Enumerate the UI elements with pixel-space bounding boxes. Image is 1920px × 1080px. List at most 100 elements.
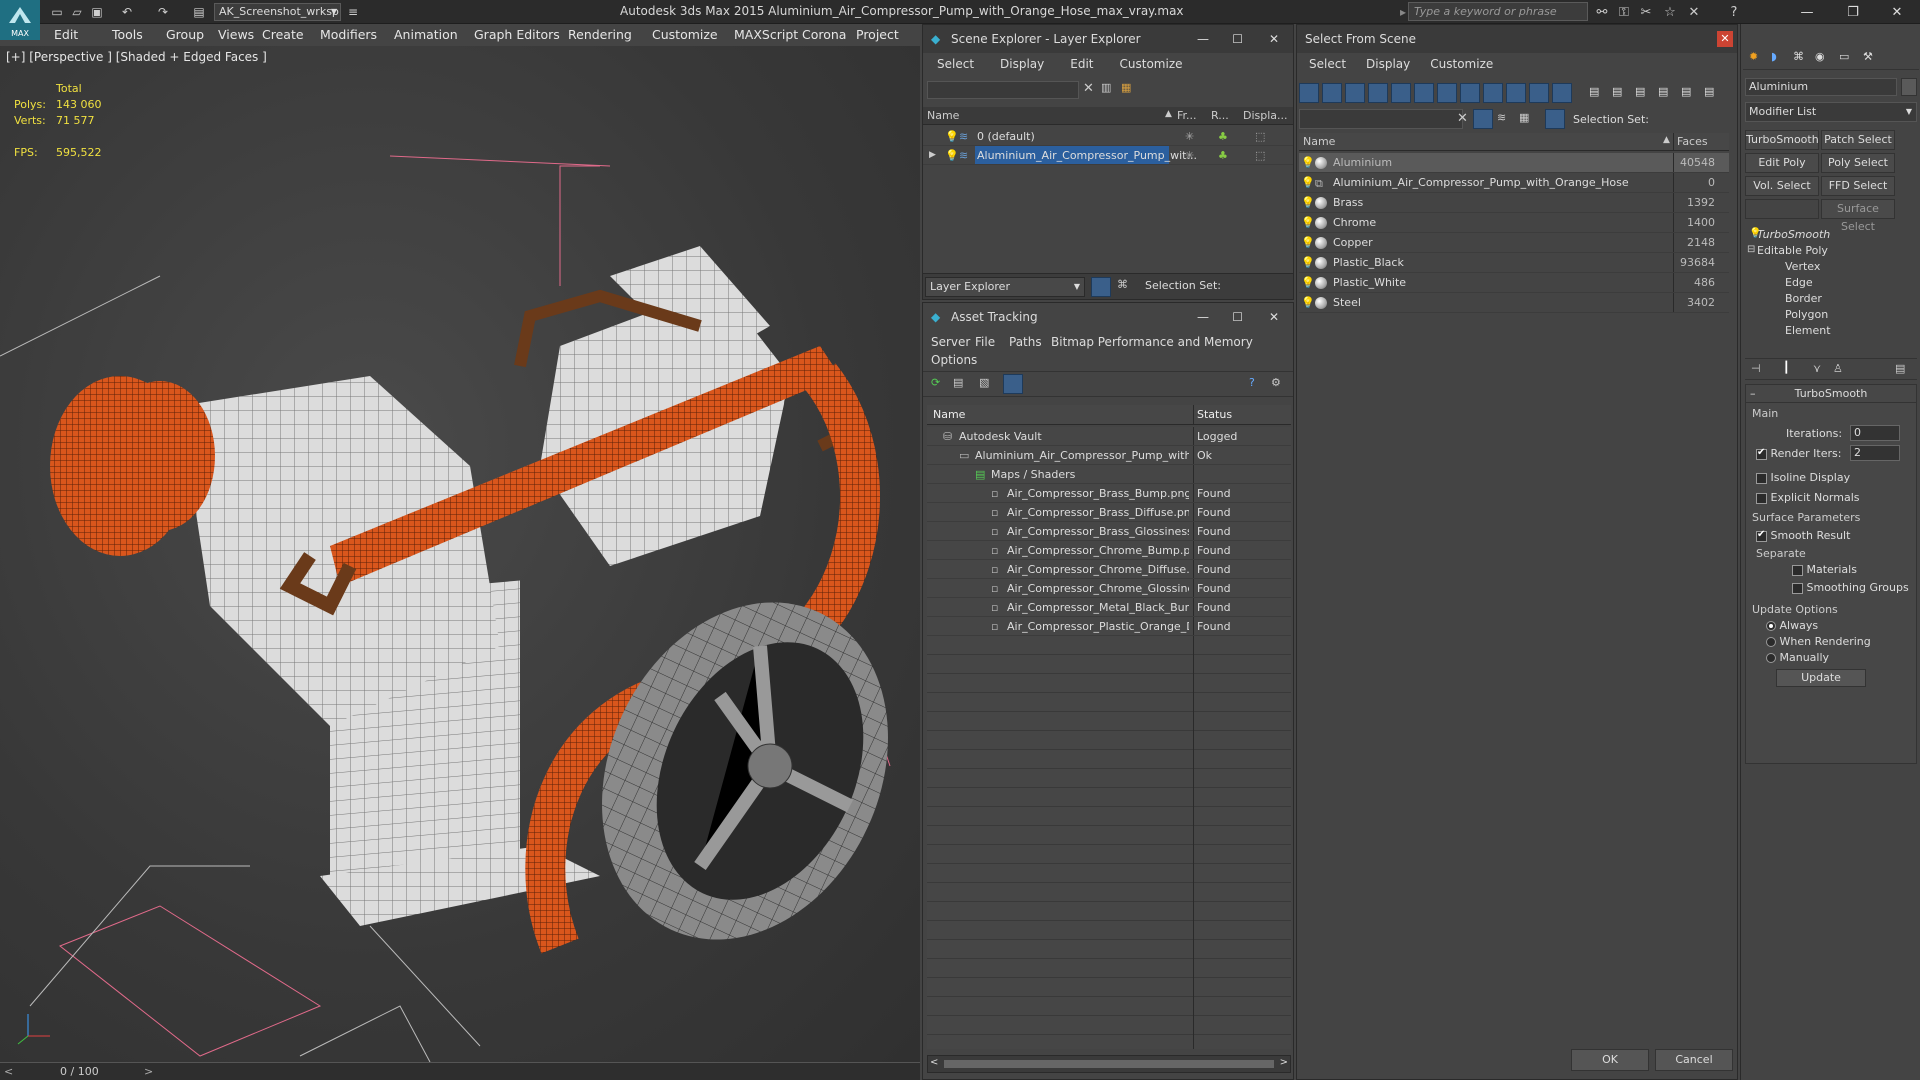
- close-x-icon[interactable]: ✕: [1684, 3, 1704, 21]
- menu-maxscript[interactable]: MAXScript: [734, 26, 798, 44]
- menu-tools[interactable]: Tools: [112, 26, 143, 44]
- refresh-icon[interactable]: ⟳: [931, 376, 940, 389]
- scene-menu-select[interactable]: Select: [937, 57, 974, 71]
- modifier-toggle-icon[interactable]: 💡: [1749, 228, 1761, 239]
- open-file-icon[interactable]: ▱: [68, 3, 86, 21]
- asset-row[interactable]: ▫ Air_Compressor_Plastic_Orange_Diffuse.p…: [927, 617, 1291, 636]
- isoline-checkbox[interactable]: [1756, 472, 1767, 484]
- project-folder-icon[interactable]: ▤: [190, 3, 208, 21]
- binoculars-icon[interactable]: ⚯: [1592, 3, 1612, 21]
- render-teapot-icon[interactable]: ♣: [1218, 146, 1228, 164]
- scene-explorer-filter-input[interactable]: [927, 81, 1079, 99]
- layer-mode-icon[interactable]: [1091, 277, 1111, 297]
- spacewarps-filter-icon[interactable]: [1414, 83, 1434, 103]
- col-render[interactable]: R...: [1211, 109, 1229, 122]
- filter-icon[interactable]: ▥: [1101, 81, 1111, 94]
- asset-menu-bitmap-performance-and-memory[interactable]: Bitmap Performance and Memory: [1051, 335, 1253, 349]
- show-end-result-icon[interactable]: ┃: [1783, 361, 1790, 374]
- freeze-icon[interactable]: ✳: [1185, 127, 1194, 145]
- app-logo[interactable]: MAX: [0, 0, 40, 40]
- asset-menu-server[interactable]: Server: [931, 335, 970, 349]
- close-button[interactable]: ✕: [1874, 0, 1920, 24]
- key-icon[interactable]: ⚿: [1614, 3, 1634, 21]
- groups-filter-icon[interactable]: [1437, 83, 1457, 103]
- remove-modifier-icon[interactable]: ♙: [1833, 362, 1843, 375]
- object-color-swatch[interactable]: [1901, 78, 1917, 96]
- cameras-filter-icon[interactable]: [1368, 83, 1388, 103]
- hierarchy-tab-icon[interactable]: ⌘: [1793, 50, 1804, 63]
- explorer-type-dropdown[interactable]: Layer Explorer ▼: [925, 277, 1085, 297]
- star-icon[interactable]: ☆: [1660, 3, 1680, 21]
- scene-object-row[interactable]: 💡 Brass 1392: [1299, 193, 1729, 213]
- render-iters-spinner[interactable]: 2: [1850, 445, 1900, 461]
- modify-tab-icon[interactable]: ◗: [1771, 50, 1777, 63]
- materials-checkbox[interactable]: [1792, 564, 1803, 576]
- sort-icon[interactable]: ▤: [1681, 85, 1691, 98]
- update-button[interactable]: Update: [1776, 669, 1866, 687]
- clear-filter-icon[interactable]: ✕: [1083, 81, 1094, 96]
- display-box-icon[interactable]: ⬚: [1255, 146, 1265, 164]
- menu-create[interactable]: Create: [262, 26, 304, 44]
- save-file-icon[interactable]: ▣: [88, 3, 106, 21]
- create-tab-icon[interactable]: ✹: [1749, 50, 1758, 63]
- time-next-icon[interactable]: >: [144, 1065, 153, 1078]
- render-iters-checkbox[interactable]: [1756, 447, 1767, 460]
- display-tab-icon[interactable]: ▭: [1839, 50, 1849, 63]
- layer-tool-icon[interactable]: ▦: [1121, 81, 1131, 94]
- collapse-icon[interactable]: ⊟: [1747, 244, 1755, 255]
- configure-sets-icon[interactable]: ▤: [1895, 362, 1905, 375]
- scene-object-row[interactable]: 💡 Plastic_White 486: [1299, 273, 1729, 293]
- patch-select-button[interactable]: Patch Select: [1821, 130, 1895, 150]
- light-bulb-icon[interactable]: 💡: [1301, 273, 1315, 292]
- table-view-icon[interactable]: [1003, 374, 1023, 394]
- lights-filter-icon[interactable]: [1345, 83, 1365, 103]
- light-bulb-icon[interactable]: 💡: [1301, 193, 1315, 212]
- scene-object-row[interactable]: 💡 Plastic_Black 93684: [1299, 253, 1729, 273]
- rollout-header[interactable]: – TurboSmooth: [1746, 385, 1916, 403]
- edit-poly-button[interactable]: Edit Poly: [1745, 153, 1819, 173]
- hidden-filter-icon[interactable]: [1552, 83, 1572, 103]
- bones-filter-icon[interactable]: [1483, 83, 1503, 103]
- select-invert-icon[interactable]: ▤: [1635, 85, 1645, 98]
- scroll-left-icon[interactable]: <: [930, 1057, 938, 1068]
- light-bulb-icon[interactable]: 💡: [1301, 173, 1315, 192]
- scroll-thumb[interactable]: [944, 1060, 1274, 1068]
- light-bulb-icon[interactable]: 💡: [1301, 213, 1315, 232]
- col-name[interactable]: Name: [1303, 135, 1335, 148]
- subobject-border[interactable]: Border: [1785, 292, 1822, 305]
- menu-customize[interactable]: Customize: [652, 26, 718, 44]
- scene-object-row[interactable]: 💡 Steel 3402: [1299, 293, 1729, 313]
- subobject-polygon[interactable]: Polygon: [1785, 308, 1828, 321]
- scroll-right-icon[interactable]: >: [1280, 1057, 1288, 1068]
- hierarchy-icon[interactable]: ⌘: [1117, 278, 1128, 291]
- list-view-icon[interactable]: ▤: [953, 376, 963, 389]
- freeze-icon[interactable]: ✳: [1185, 146, 1194, 164]
- subobject-vertex[interactable]: Vertex: [1785, 260, 1820, 273]
- asset-row[interactable]: ▫ Air_Compressor_Metal_Black_Bump.png Foun…: [927, 598, 1291, 617]
- asset-row[interactable]: ▫ Air_Compressor_Brass_Bump.png Found: [927, 484, 1291, 503]
- select-none-icon[interactable]: ▤: [1612, 85, 1622, 98]
- search-input[interactable]: Type a keyword or phrase: [1408, 2, 1588, 21]
- scene-menu-customize[interactable]: Customize: [1120, 57, 1183, 71]
- layer-row[interactable]: 💡 ≋ 0 (default) ✳ ♣ ⬚: [923, 127, 1293, 146]
- make-unique-icon[interactable]: ⋎: [1813, 362, 1821, 375]
- help-icon[interactable]: ?: [1249, 376, 1255, 389]
- col-name[interactable]: Name: [933, 408, 965, 421]
- select-menu-select[interactable]: Select: [1309, 57, 1346, 71]
- always-radio[interactable]: [1766, 621, 1776, 631]
- asset-row[interactable]: ▫ Air_Compressor_Brass_Diffuse.png Found: [927, 503, 1291, 522]
- layer-tool-icon[interactable]: ▦: [1519, 111, 1529, 124]
- col-freeze[interactable]: Fr...: [1177, 109, 1197, 122]
- light-bulb-icon[interactable]: 💡: [945, 146, 959, 164]
- restore-button[interactable]: ❐: [1830, 0, 1876, 24]
- minimize-icon[interactable]: —: [1197, 303, 1209, 331]
- frozen-filter-icon[interactable]: [1529, 83, 1549, 103]
- subobject-element[interactable]: Element: [1785, 324, 1831, 337]
- light-bulb-icon[interactable]: 💡: [1301, 233, 1315, 252]
- col-faces[interactable]: Faces: [1677, 135, 1708, 148]
- scene-object-row[interactable]: 💡 Copper 2148: [1299, 233, 1729, 253]
- time-prev-icon[interactable]: <: [4, 1065, 13, 1078]
- maximize-icon[interactable]: ☐: [1232, 25, 1243, 53]
- asset-menu-options[interactable]: Options: [931, 353, 977, 367]
- perspective-viewport[interactable]: [+] [Perspective ] [Shaded + Edged Faces…: [0, 46, 920, 1062]
